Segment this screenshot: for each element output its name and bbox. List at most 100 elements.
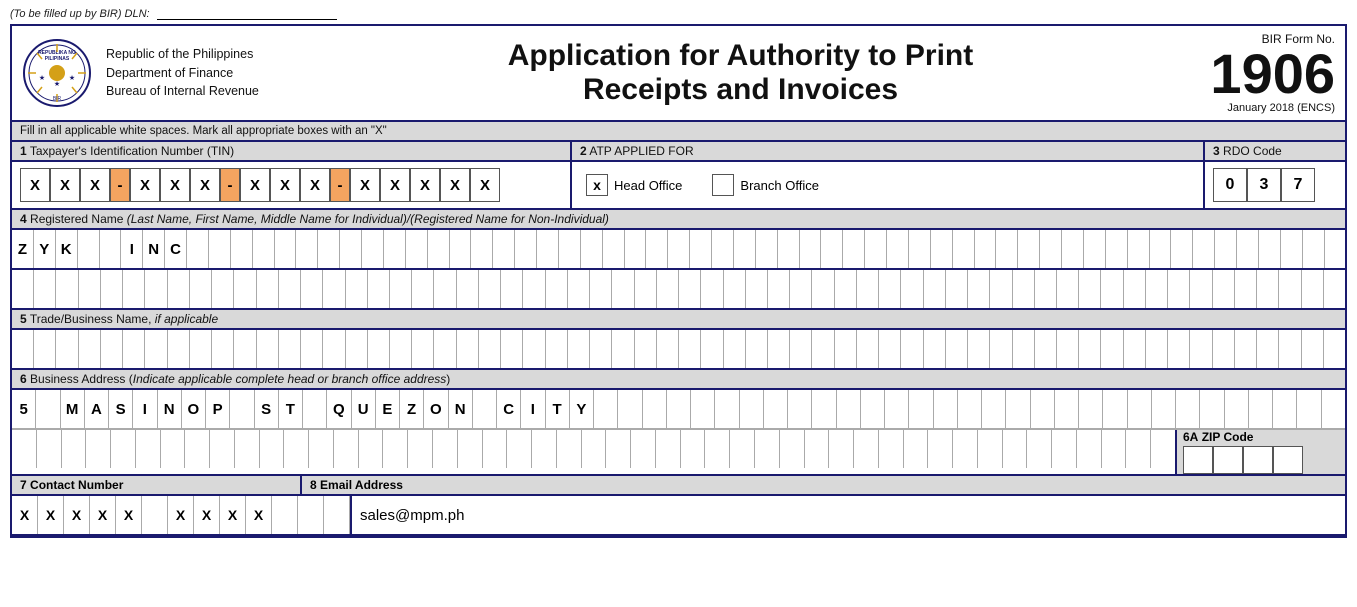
- char-cell-5[interactable]: [123, 330, 145, 368]
- char-cell-7[interactable]: [168, 270, 190, 308]
- char-cell-45[interactable]: [996, 230, 1018, 268]
- char-cell-2[interactable]: [56, 330, 78, 368]
- char-cell-42[interactable]: [946, 330, 968, 368]
- char-cell-34[interactable]: [756, 230, 778, 268]
- char-cell-30[interactable]: [679, 330, 701, 368]
- char-cell-14[interactable]: [318, 230, 340, 268]
- char-cell-11[interactable]: [257, 330, 279, 368]
- char-cell-57[interactable]: [1279, 330, 1301, 368]
- char-cell-30[interactable]: [740, 390, 764, 428]
- char-cell-18[interactable]: N: [449, 390, 473, 428]
- addr2-cell-23[interactable]: [582, 430, 607, 468]
- char-cell-2[interactable]: K: [56, 230, 78, 268]
- addr2-cell-8[interactable]: [210, 430, 235, 468]
- char-cell-50[interactable]: [1124, 330, 1146, 368]
- char-cell-46[interactable]: [1128, 390, 1152, 428]
- char-cell-9[interactable]: [230, 390, 254, 428]
- char-cell-60[interactable]: [1325, 230, 1346, 268]
- char-cell-57[interactable]: [1259, 230, 1281, 268]
- char-cell-15[interactable]: [346, 270, 368, 308]
- char-cell-45[interactable]: [1103, 390, 1127, 428]
- char-cell-0[interactable]: [12, 330, 34, 368]
- char-cell-49[interactable]: [1101, 270, 1123, 308]
- addr2-cell-0[interactable]: [12, 430, 37, 468]
- char-cell-6[interactable]: [145, 330, 167, 368]
- char-cell-43[interactable]: [1055, 390, 1079, 428]
- char-cell-51[interactable]: [1128, 230, 1150, 268]
- char-cell-41[interactable]: [1006, 390, 1030, 428]
- char-cell-38[interactable]: [857, 270, 879, 308]
- char-cell-25[interactable]: [559, 230, 581, 268]
- addr2-cell-24[interactable]: [606, 430, 631, 468]
- addr2-cell-18[interactable]: [458, 430, 483, 468]
- addr2-cell-28[interactable]: [705, 430, 730, 468]
- char-cell-26[interactable]: [581, 230, 603, 268]
- char-cell-24[interactable]: [537, 230, 559, 268]
- char-cell-9[interactable]: [212, 330, 234, 368]
- char-cell-11[interactable]: [253, 230, 275, 268]
- char-cell-22[interactable]: T: [546, 390, 570, 428]
- char-cell-3[interactable]: [79, 330, 101, 368]
- char-cell-23[interactable]: [515, 230, 537, 268]
- char-cell-12[interactable]: [275, 230, 297, 268]
- char-cell-14[interactable]: [323, 270, 345, 308]
- char-cell-1[interactable]: [34, 330, 56, 368]
- char-cell-44[interactable]: [975, 230, 997, 268]
- char-cell-12[interactable]: [303, 390, 327, 428]
- char-cell-53[interactable]: [1190, 330, 1212, 368]
- char-cell-52[interactable]: [1150, 230, 1172, 268]
- char-cell-52[interactable]: [1168, 270, 1190, 308]
- tin-box-14[interactable]: X: [470, 168, 500, 202]
- char-cell-4[interactable]: S: [109, 390, 133, 428]
- char-cell-30[interactable]: [679, 270, 701, 308]
- char-cell-17[interactable]: O: [424, 390, 448, 428]
- tin-box-1[interactable]: X: [20, 168, 50, 202]
- addr2-cell-46[interactable]: [1151, 430, 1175, 468]
- addr2-cell-15[interactable]: [383, 430, 408, 468]
- addr2-cell-44[interactable]: [1102, 430, 1127, 468]
- addr2-cell-43[interactable]: [1077, 430, 1102, 468]
- char-cell-29[interactable]: [657, 270, 679, 308]
- addr2-cell-9[interactable]: [235, 430, 260, 468]
- contact-box-7[interactable]: X: [194, 496, 220, 534]
- char-cell-33[interactable]: [746, 270, 768, 308]
- char-cell-47[interactable]: [1152, 390, 1176, 428]
- char-cell-55[interactable]: [1235, 270, 1257, 308]
- contact-box-0[interactable]: X: [12, 496, 38, 534]
- char-cell-30[interactable]: [668, 230, 690, 268]
- char-cell-16[interactable]: [362, 230, 384, 268]
- char-cell-33[interactable]: [746, 330, 768, 368]
- char-cell-56[interactable]: [1257, 270, 1279, 308]
- char-cell-36[interactable]: [812, 270, 834, 308]
- contact-box-4[interactable]: X: [116, 496, 142, 534]
- char-cell-2[interactable]: [56, 270, 78, 308]
- char-cell-35[interactable]: [861, 390, 885, 428]
- char-cell-4[interactable]: [100, 230, 122, 268]
- char-cell-48[interactable]: [1079, 270, 1101, 308]
- addr2-cell-11[interactable]: [284, 430, 309, 468]
- char-cell-20[interactable]: C: [497, 390, 521, 428]
- char-cell-35[interactable]: [778, 230, 800, 268]
- char-cell-48[interactable]: [1176, 390, 1200, 428]
- char-cell-25[interactable]: [618, 390, 642, 428]
- char-cell-31[interactable]: [701, 330, 723, 368]
- char-cell-1[interactable]: [34, 270, 56, 308]
- char-cell-4[interactable]: [101, 270, 123, 308]
- tin-box-9[interactable]: X: [300, 168, 330, 202]
- char-cell-35[interactable]: [790, 330, 812, 368]
- char-cell-1[interactable]: [36, 390, 60, 428]
- zip-box-3[interactable]: [1243, 446, 1273, 474]
- char-cell-0[interactable]: Z: [12, 230, 34, 268]
- char-cell-53[interactable]: [1190, 270, 1212, 308]
- char-cell-38[interactable]: [934, 390, 958, 428]
- char-cell-18[interactable]: [412, 330, 434, 368]
- char-cell-39[interactable]: [865, 230, 887, 268]
- char-cell-9[interactable]: [209, 230, 231, 268]
- char-cell-43[interactable]: [953, 230, 975, 268]
- char-cell-14[interactable]: U: [352, 390, 376, 428]
- char-cell-59[interactable]: [1324, 270, 1345, 308]
- char-cell-33[interactable]: [812, 390, 836, 428]
- char-cell-6[interactable]: N: [143, 230, 165, 268]
- addr2-cell-26[interactable]: [656, 430, 681, 468]
- char-cell-46[interactable]: [1035, 330, 1057, 368]
